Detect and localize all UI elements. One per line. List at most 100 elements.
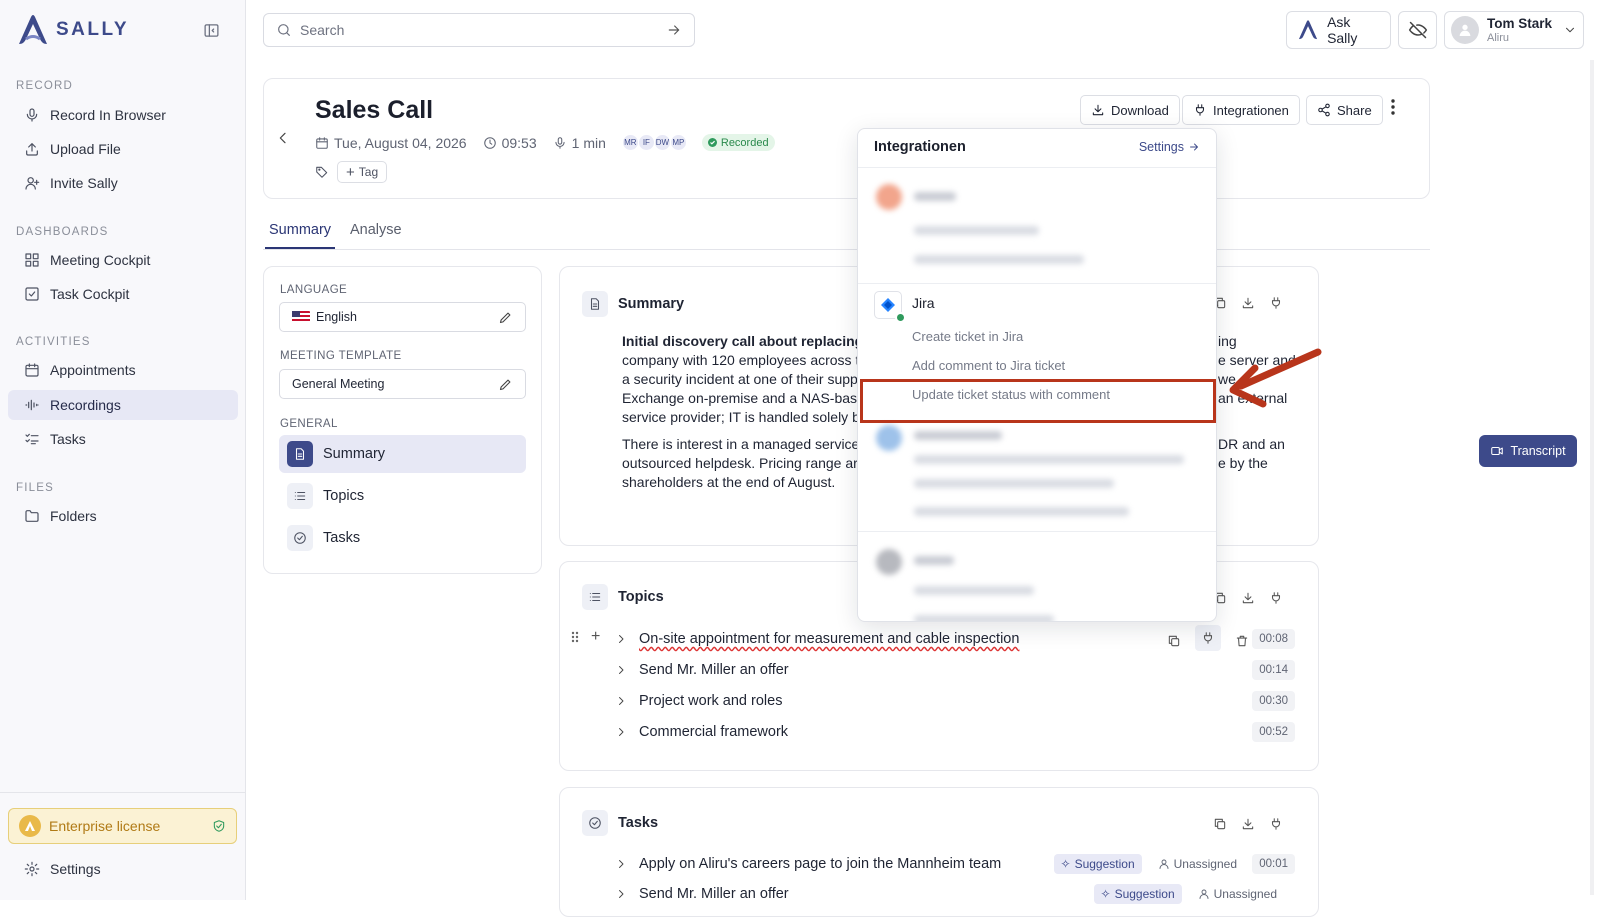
template-select[interactable]: General Meeting bbox=[279, 369, 526, 399]
jira-option-create-ticket[interactable]: Create ticket in Jira bbox=[912, 329, 1023, 344]
suggestion-badge[interactable]: ✧ Suggestion bbox=[1093, 884, 1182, 904]
arrow-right-icon[interactable] bbox=[666, 22, 682, 38]
plug-icon[interactable] bbox=[1195, 625, 1221, 651]
task-row[interactable]: Send Mr. Miller an offer ✧ Suggestion Una… bbox=[615, 880, 1295, 908]
share-button[interactable]: Share bbox=[1306, 95, 1383, 125]
summary-heading-label: Summary bbox=[618, 296, 685, 312]
plug-icon bbox=[1195, 104, 1205, 116]
language-select[interactable]: English bbox=[279, 302, 526, 332]
add-row-icon[interactable]: + bbox=[591, 629, 600, 645]
ask-sally-button[interactable]: Ask Sally bbox=[1286, 11, 1391, 49]
calendar-icon bbox=[316, 136, 328, 149]
participant-chip[interactable]: MR bbox=[621, 134, 639, 151]
annotation-arrow-icon bbox=[1229, 348, 1322, 408]
pencil-icon[interactable] bbox=[498, 310, 513, 325]
app-logo[interactable]: SALLY bbox=[16, 14, 129, 46]
tab-bar: Summary Analyse bbox=[263, 218, 1430, 250]
plug-icon[interactable] bbox=[1269, 296, 1283, 310]
popover-settings-link[interactable]: Settings bbox=[1139, 140, 1200, 154]
trash-icon[interactable] bbox=[1235, 634, 1249, 648]
document-icon bbox=[287, 441, 313, 467]
assignee[interactable]: Unassigned bbox=[1198, 887, 1277, 901]
topic-time[interactable]: 00:52 bbox=[1252, 722, 1295, 742]
topic-time[interactable]: 00:08 bbox=[1252, 629, 1295, 649]
task-meta: ✧ Suggestion Unassigned bbox=[1093, 884, 1277, 904]
task-row[interactable]: Apply on Aliru's careers page to join th… bbox=[615, 850, 1295, 878]
sidebar-item-folders[interactable]: Folders bbox=[8, 501, 238, 531]
transcript-button[interactable]: Transcript bbox=[1479, 435, 1577, 467]
sidebar-item-invite-sally[interactable]: Invite Sally bbox=[8, 168, 238, 198]
download-icon[interactable] bbox=[1241, 817, 1255, 831]
tab-analyse[interactable]: Analyse bbox=[346, 222, 406, 247]
topic-row[interactable]: Project work and roles 00:30 bbox=[615, 687, 1295, 715]
jira-option-add-comment[interactable]: Add comment to Jira ticket bbox=[912, 358, 1065, 373]
sidebar-item-appointments[interactable]: Appointments bbox=[8, 355, 238, 385]
sidebar-item-task-cockpit[interactable]: Task Cockpit bbox=[8, 279, 238, 309]
sidebar-item-recordings[interactable]: Recordings bbox=[8, 390, 238, 420]
page-title: Sales Call bbox=[315, 96, 434, 124]
topic-time[interactable]: 00:14 bbox=[1252, 660, 1295, 680]
copy-icon[interactable] bbox=[1167, 634, 1181, 648]
add-tag-label: Tag bbox=[358, 165, 379, 179]
integrations-button[interactable]: Integrationen bbox=[1182, 95, 1300, 125]
suggestion-badge[interactable]: ✧ Suggestion bbox=[1053, 854, 1142, 874]
language-label: LANGUAGE bbox=[280, 284, 348, 296]
add-tag-button[interactable]: + Tag bbox=[337, 161, 388, 183]
pencil-icon[interactable] bbox=[498, 377, 513, 392]
download-button[interactable]: Download bbox=[1080, 95, 1180, 125]
settings-link-label: Settings bbox=[1138, 140, 1184, 154]
tab-summary[interactable]: Summary bbox=[265, 222, 336, 249]
shield-check-icon bbox=[212, 819, 226, 833]
us-flag-icon bbox=[292, 311, 310, 323]
copy-icon[interactable] bbox=[1213, 817, 1227, 831]
user-menu[interactable]: Tom Stark Aliru bbox=[1444, 11, 1584, 49]
plug-icon[interactable] bbox=[1269, 817, 1283, 831]
sidebar-item-record-in-browser[interactable]: Record In Browser bbox=[8, 100, 238, 130]
panel-nav-summary[interactable]: Summary bbox=[279, 435, 526, 473]
integration-icon bbox=[876, 425, 902, 451]
back-icon[interactable] bbox=[275, 130, 291, 146]
popover-title: Integrationen bbox=[874, 139, 966, 155]
task-time[interactable]: 00:01 bbox=[1252, 854, 1295, 874]
participant-chip[interactable]: IF bbox=[637, 134, 655, 151]
participant-chip[interactable]: MP bbox=[669, 134, 687, 151]
blurred-line bbox=[914, 455, 1184, 464]
panel-nav-topics[interactable]: Topics bbox=[279, 477, 526, 515]
plug-icon[interactable] bbox=[1269, 591, 1283, 605]
drag-handle-icon[interactable] bbox=[571, 631, 579, 643]
scrollbar[interactable] bbox=[1590, 60, 1594, 895]
list-icon bbox=[287, 483, 313, 509]
row-drag-tools: + bbox=[571, 629, 600, 645]
blurred-line bbox=[914, 479, 1114, 488]
chevron-right-icon[interactable] bbox=[615, 726, 639, 738]
download-icon[interactable] bbox=[1241, 591, 1255, 605]
participant-chip[interactable]: DW bbox=[653, 134, 671, 151]
app-name: SALLY bbox=[56, 19, 130, 40]
download-icon[interactable] bbox=[1241, 296, 1255, 310]
more-options-icon[interactable] bbox=[1390, 98, 1396, 116]
chevron-right-icon[interactable] bbox=[615, 858, 639, 870]
panel-nav-tasks[interactable]: Tasks bbox=[279, 519, 526, 557]
collapse-sidebar-icon[interactable] bbox=[203, 22, 220, 39]
participant-avatars[interactable]: MR IF DW MP bbox=[621, 134, 687, 151]
summary-line: DR and an bbox=[1218, 436, 1285, 452]
privacy-toggle-button[interactable] bbox=[1398, 11, 1437, 49]
assignee[interactable]: Unassigned bbox=[1158, 857, 1237, 871]
chevron-right-icon[interactable] bbox=[615, 664, 639, 676]
topic-row[interactable]: Commercial framework 00:52 bbox=[615, 718, 1295, 746]
sidebar-item-settings[interactable]: Settings bbox=[8, 854, 238, 884]
enterprise-license-badge[interactable]: Enterprise license bbox=[8, 808, 237, 844]
sidebar-item-upload-file[interactable]: Upload File bbox=[8, 134, 238, 164]
section-dashboards: DASHBOARDS bbox=[16, 226, 109, 238]
blurred-line bbox=[914, 192, 956, 201]
user-icon bbox=[1159, 859, 1169, 869]
sidebar-item-meeting-cockpit[interactable]: Meeting Cockpit bbox=[8, 245, 238, 275]
chevron-right-icon[interactable] bbox=[615, 888, 639, 900]
sidebar-item-tasks[interactable]: Tasks bbox=[8, 424, 238, 454]
chevron-right-icon[interactable] bbox=[615, 633, 639, 645]
topic-time[interactable]: 00:30 bbox=[1252, 691, 1295, 711]
chevron-right-icon[interactable] bbox=[615, 695, 639, 707]
topic-row[interactable]: Send Mr. Miller an offer 00:14 bbox=[615, 656, 1295, 684]
search-input[interactable]: Search bbox=[263, 13, 695, 47]
topic-label: On-site appointment for measurement and … bbox=[639, 631, 1020, 647]
